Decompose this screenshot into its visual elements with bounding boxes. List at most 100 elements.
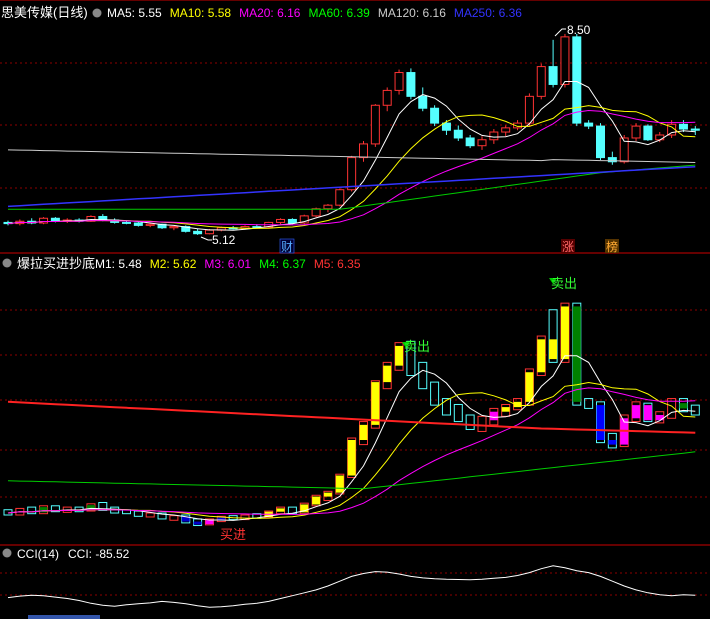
signal-block bbox=[632, 405, 641, 419]
low-annotation: 5.12 bbox=[200, 233, 236, 247]
candle-body bbox=[394, 72, 404, 91]
low-price-label: 5.12 bbox=[212, 233, 236, 247]
candle-body bbox=[631, 125, 641, 139]
candle-body bbox=[441, 122, 451, 131]
mid-title: 爆拉买进抄底 bbox=[17, 256, 95, 271]
cci-panel-layer bbox=[7, 565, 696, 608]
signal-block bbox=[537, 339, 546, 373]
candle-body bbox=[453, 129, 463, 139]
signal-block bbox=[205, 520, 214, 525]
signal-block bbox=[276, 508, 285, 512]
signal-block bbox=[395, 345, 404, 366]
signal-block bbox=[335, 475, 344, 493]
signal-block bbox=[525, 372, 534, 402]
indicator-value: M5: 6.35 bbox=[314, 257, 361, 271]
candle-body bbox=[335, 189, 345, 206]
candle-body bbox=[406, 72, 416, 97]
candle-body bbox=[347, 157, 357, 191]
candle-body bbox=[548, 66, 558, 85]
candle-body bbox=[50, 217, 60, 222]
sell-signal-2-label: 卖出 bbox=[551, 276, 577, 291]
indicator-value: MA5: 5.55 bbox=[107, 6, 162, 20]
candle-body bbox=[572, 36, 582, 124]
candle-body bbox=[465, 137, 475, 147]
channel-bar bbox=[133, 510, 143, 517]
signal-block bbox=[193, 521, 202, 525]
main-header: 思美传媒(日线) MA5: 5.55 MA10: 5.58 MA20: 6.16 MA… bbox=[1, 5, 522, 20]
mid-header: 爆拉买进抄底 M1: 5.48 M2: 5.62 M3: 6.01 M4: 6.37 M… bbox=[2, 256, 361, 271]
signal-block bbox=[39, 507, 48, 513]
candle-body bbox=[370, 104, 380, 145]
chart-canvas: 8.50 5.12 财 涨 榜 卖出 卖出 买进 思美传媒(日线) MA5: 5… bbox=[0, 0, 710, 619]
channel-bar bbox=[27, 506, 37, 515]
candle-body bbox=[122, 221, 131, 224]
candle-body bbox=[145, 223, 155, 226]
signal-block bbox=[679, 403, 688, 409]
signal-block bbox=[312, 496, 321, 505]
channel-bar bbox=[441, 398, 451, 416]
signal-block bbox=[596, 405, 605, 440]
candle-body bbox=[584, 122, 594, 127]
channel-bar bbox=[690, 404, 700, 416]
signal-block bbox=[323, 492, 332, 497]
signal-block bbox=[489, 411, 498, 421]
cci-indicator-row: CCI: -85.52 bbox=[68, 547, 130, 561]
sell-signal-1-label: 卖出 bbox=[404, 339, 430, 354]
channel-bar bbox=[465, 414, 475, 430]
candle-body bbox=[359, 143, 368, 159]
signal-block bbox=[371, 382, 380, 425]
candle-body bbox=[287, 218, 297, 224]
indicator-value: MA250: 6.36 bbox=[454, 6, 522, 20]
indicator-value: M4: 6.37 bbox=[259, 257, 306, 271]
indicator-value: MA20: 6.16 bbox=[239, 6, 301, 20]
candle-body bbox=[276, 218, 286, 223]
scroll-bar[interactable] bbox=[28, 615, 100, 619]
candle-body bbox=[430, 107, 440, 124]
channel-bar bbox=[145, 512, 155, 518]
signal-block bbox=[643, 405, 652, 421]
signal-block bbox=[549, 339, 558, 360]
candle-body bbox=[193, 230, 203, 235]
sell-signal-1: 卖出 bbox=[402, 339, 430, 354]
indicator-value: M3: 6.01 bbox=[204, 257, 251, 271]
mid-indicator-row: M1: 5.48 M2: 5.62 M3: 6.01 M4: 6.37 M5: 6.35 bbox=[95, 257, 361, 271]
signal-block bbox=[608, 440, 617, 445]
signal-block bbox=[655, 415, 664, 421]
channel-bar bbox=[453, 403, 463, 423]
sell-signal-2: 卖出 bbox=[549, 276, 577, 291]
candle-body bbox=[655, 134, 665, 141]
channel-bar bbox=[169, 515, 179, 521]
signal-block bbox=[383, 365, 392, 383]
cai-badge[interactable]: 财 bbox=[279, 238, 295, 254]
candle-body bbox=[678, 123, 688, 130]
cci-header: CCI(14) CCI: -85.52 bbox=[2, 547, 130, 561]
cci-title: CCI(14) bbox=[17, 547, 59, 561]
indicator-value: MA10: 5.58 bbox=[170, 6, 232, 20]
candles bbox=[3, 33, 700, 235]
buy-signal: 买进 bbox=[220, 527, 246, 542]
candle-body bbox=[169, 226, 179, 229]
signal-block bbox=[572, 306, 581, 402]
candle-body bbox=[39, 217, 49, 224]
candle-body bbox=[382, 89, 392, 106]
indicator-value: M2: 5.62 bbox=[150, 257, 197, 271]
signal-block bbox=[560, 306, 569, 360]
high-annotation: 8.50 bbox=[554, 23, 591, 37]
cci-line bbox=[7, 565, 696, 608]
mid-menu-icon[interactable] bbox=[2, 258, 12, 268]
signal-panel-layer bbox=[3, 302, 700, 527]
candle-body bbox=[560, 36, 570, 85]
candle-body bbox=[524, 95, 534, 124]
zhang-badge[interactable]: 涨 bbox=[561, 239, 575, 254]
cci-menu-icon[interactable] bbox=[2, 548, 12, 558]
bang-badge[interactable]: 榜 bbox=[605, 239, 619, 254]
signal-block bbox=[501, 407, 510, 412]
candle-body bbox=[311, 208, 321, 217]
candle-body bbox=[643, 125, 653, 141]
candle-body bbox=[133, 222, 143, 226]
bang-badge-label: 榜 bbox=[606, 239, 618, 254]
candle-body bbox=[501, 127, 511, 133]
signal-block bbox=[359, 424, 368, 440]
main-menu-icon[interactable] bbox=[92, 8, 102, 18]
channel-bar bbox=[477, 415, 487, 432]
